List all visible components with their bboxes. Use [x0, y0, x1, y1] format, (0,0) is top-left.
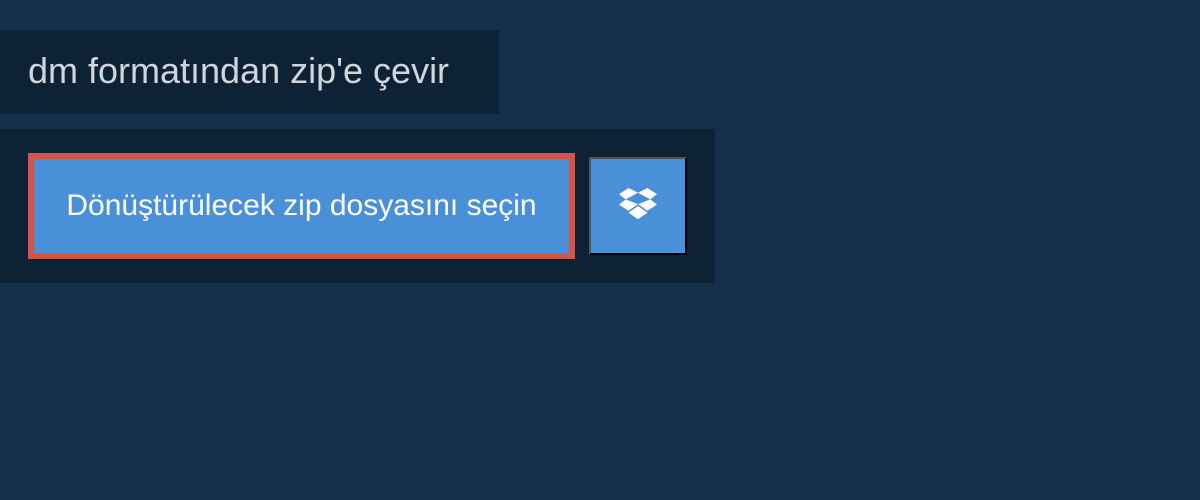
file-select-panel: Dönüştürülecek zip dosyasını seçin [0, 129, 715, 283]
dropbox-icon [619, 188, 657, 224]
header-tab: dm formatından zip'e çevir [0, 30, 499, 114]
page-title: dm formatından zip'e çevir [28, 50, 449, 92]
dropbox-button[interactable] [589, 157, 687, 255]
file-select-button[interactable]: Dönüştürülecek zip dosyasını seçin [28, 153, 575, 259]
